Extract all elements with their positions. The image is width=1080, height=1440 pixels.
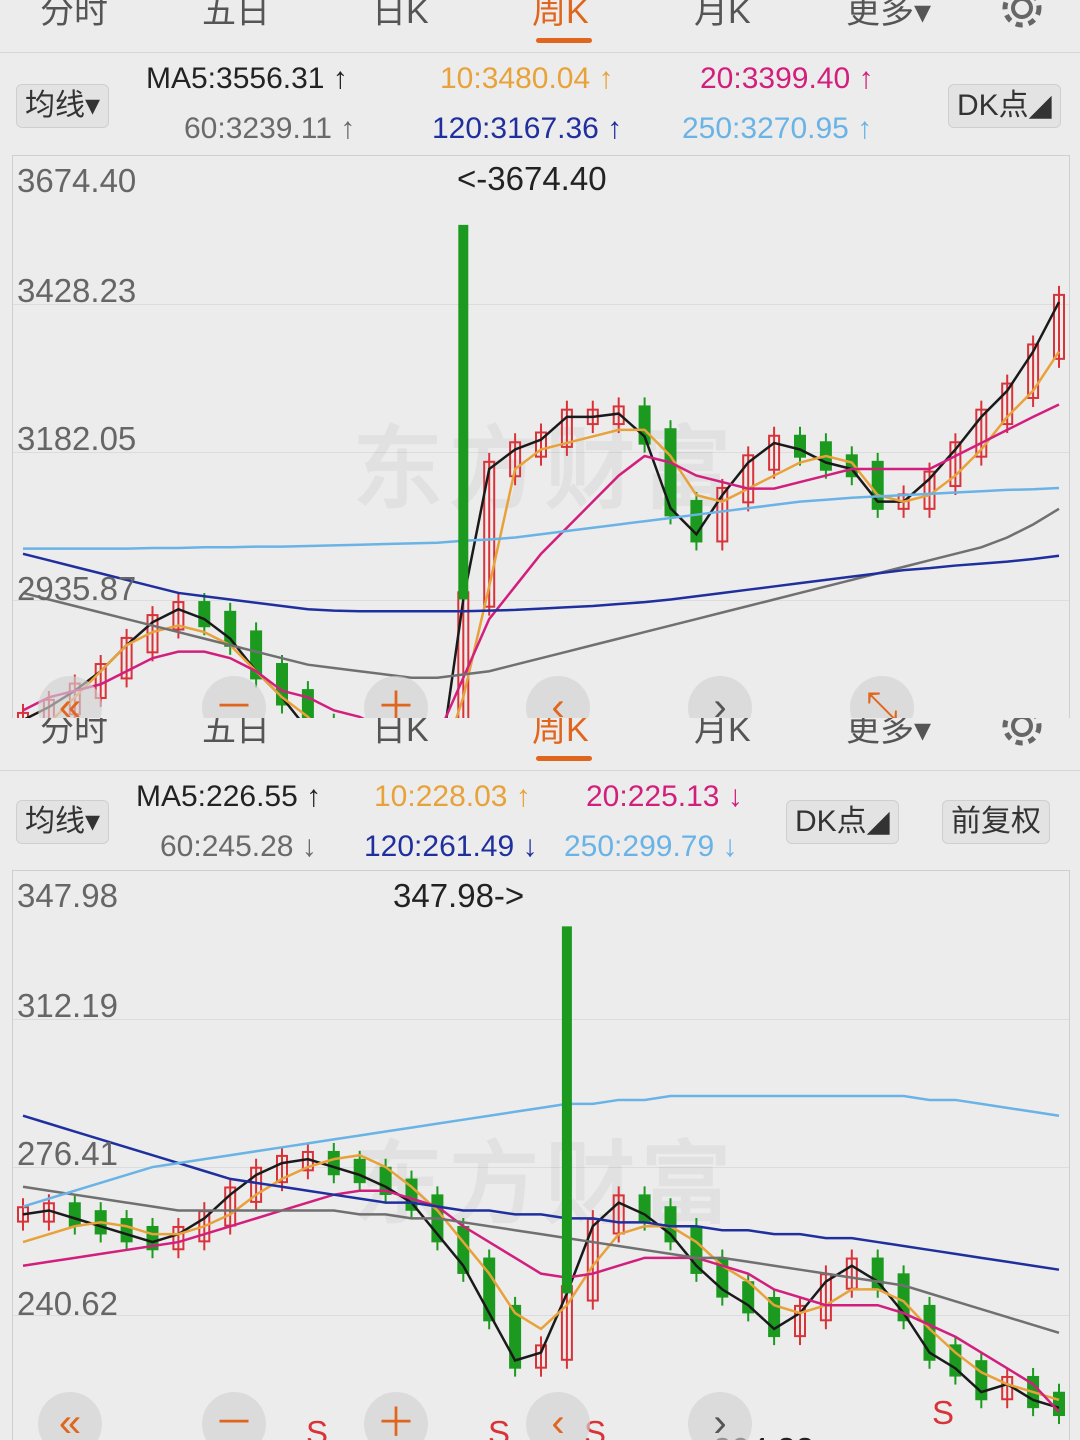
ma60-value: 60:245.28 ↓ (160, 830, 317, 863)
tab-five-day[interactable]: 五日 (202, 0, 270, 33)
ma20-value: 20:225.13 ↓ (586, 780, 743, 813)
indicator-dropdown[interactable]: 均线▾ (16, 84, 110, 128)
y-tick-label: 347.98 (17, 877, 118, 914)
kline-chart[interactable]: 东方财富 3674.40 3428.23 3182.05 2935.87 <-3… (12, 155, 1070, 718)
candle-body (975, 1360, 988, 1401)
indicator-dropdown[interactable]: 均线▾ (16, 800, 110, 844)
active-tab-underline (536, 38, 592, 43)
y-tick-label: 3182.05 (17, 420, 137, 457)
tab-intraday[interactable]: 分时 (40, 718, 108, 751)
tab-daily-k[interactable]: 日K (372, 0, 429, 33)
tab-intraday[interactable]: 分时 (40, 0, 108, 33)
kline-chart[interactable]: 东方财富 347.98 312.19 276.41 240.62 347.98-… (12, 870, 1070, 1440)
sell-signal: S (306, 1414, 329, 1440)
candle-body (120, 1218, 133, 1243)
ma10-value: 10:228.03 ↑ (374, 780, 531, 813)
gear-icon[interactable] (998, 0, 1046, 32)
high-price-marker: 347.98-> (393, 877, 525, 914)
tab-five-day[interactable]: 五日 (202, 718, 270, 751)
period-tabs: 分时 五日 日K 周K 月K 更多▾ (0, 718, 1080, 771)
candle-body (664, 428, 677, 517)
candle-body (68, 1202, 81, 1227)
ma20-value: 20:3399.40 ↑ (700, 62, 874, 95)
ma10-value: 10:3480.04 ↑ (440, 62, 614, 95)
dk-point-dropdown[interactable]: DK点◢ (948, 84, 1061, 128)
candle-body (224, 610, 237, 647)
forward-adjust-button[interactable]: 前复权 (942, 800, 1050, 844)
y-tick-label: 3428.23 (17, 272, 137, 309)
ma250-value: 250:3270.95 ↑ (682, 112, 873, 145)
high-spike-candle (458, 224, 469, 600)
active-tab-underline (536, 756, 592, 761)
weekly-kline-panel-1: 分时 五日 日K 周K 月K 更多▾ 均线▾ MA5:3556.31 ↑ 10:… (0, 0, 1080, 718)
ma60-value: 60:3239.11 ↑ (184, 112, 356, 145)
high-price-marker: <-3674.40 (457, 160, 607, 197)
tab-weekly-k[interactable]: 周K (532, 718, 589, 751)
tab-more[interactable]: 更多▾ (846, 0, 931, 33)
y-tick-label: 240.62 (17, 1285, 118, 1322)
ma120-value: 120:3167.36 ↑ (432, 112, 623, 145)
weekly-kline-panel-2: 分时 五日 日K 周K 月K 更多▾ 均线▾ MA5:226.55 ↑ 10:2… (0, 718, 1080, 1440)
y-tick-label: 312.19 (17, 987, 118, 1024)
sell-signal: S (488, 1414, 511, 1440)
ma120-value: 120:261.49 ↓ (364, 830, 538, 863)
tab-weekly-k[interactable]: 周K (532, 0, 589, 33)
gear-icon[interactable] (998, 718, 1046, 750)
candle-body (327, 1150, 340, 1176)
candle-body (794, 434, 806, 458)
candle-body (353, 1158, 366, 1184)
ma5-value: MA5:226.55 ↑ (136, 780, 322, 813)
y-tick-label: 2935.87 (17, 570, 137, 607)
sell-signal: S (932, 1394, 955, 1431)
candle-body (664, 1206, 677, 1243)
dk-point-dropdown[interactable]: DK点◢ (786, 800, 899, 844)
period-tabs: 分时 五日 日K 周K 月K 更多▾ (0, 0, 1080, 53)
candlestick-plot (17, 926, 1065, 1425)
candlestick-plot (17, 224, 1065, 718)
ma250-value: 250:299.79 ↓ (564, 830, 738, 863)
tab-monthly-k[interactable]: 月K (694, 718, 751, 751)
y-tick-label: 3674.40 (17, 162, 137, 199)
ma5-value: MA5:3556.31 ↑ (146, 62, 348, 95)
ma250-line (22, 1094, 1060, 1208)
high-spike-candle (561, 926, 572, 1294)
tab-more[interactable]: 更多▾ (846, 718, 931, 751)
tab-daily-k[interactable]: 日K (372, 718, 429, 751)
tab-monthly-k[interactable]: 月K (694, 0, 751, 33)
y-tick-label: 276.41 (17, 1135, 118, 1172)
